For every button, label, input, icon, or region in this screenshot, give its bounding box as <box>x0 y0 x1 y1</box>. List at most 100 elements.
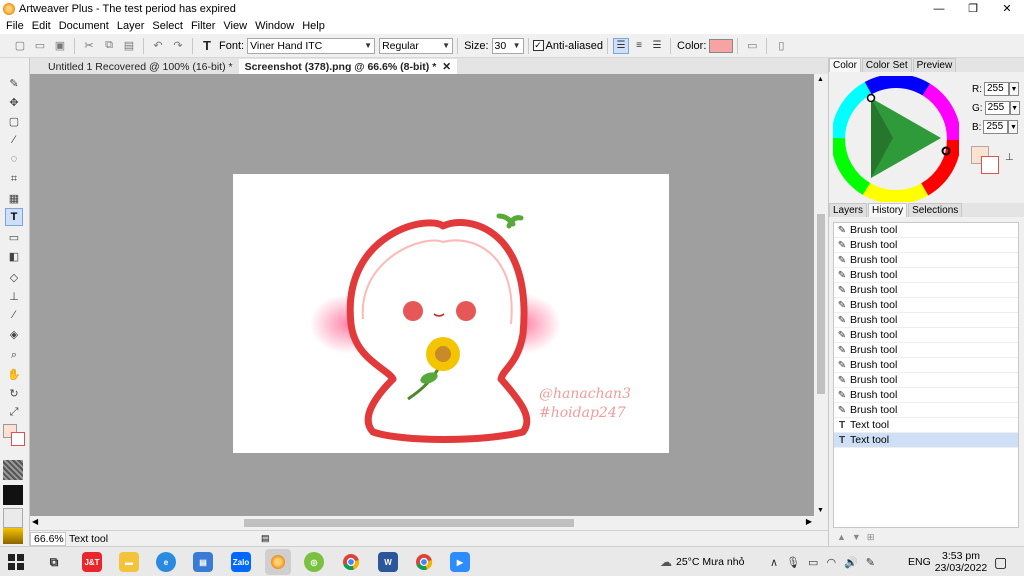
scroll-right-icon[interactable]: ▶ <box>806 517 812 526</box>
text-tool-icon[interactable]: T <box>5 208 23 226</box>
history-item[interactable]: ✎ Brush tool <box>834 238 1018 253</box>
warp-text-icon[interactable]: ▭ <box>743 37 761 55</box>
notification-icon[interactable]: ▢ <box>994 547 1007 576</box>
rectangle-select-icon[interactable]: ▢ <box>5 112 23 130</box>
history-item[interactable]: ✎ Brush tool <box>834 283 1018 298</box>
blue-input[interactable]: 255 <box>983 120 1009 134</box>
chevron-down-icon[interactable]: ▼ <box>1009 101 1020 115</box>
gradient-icon[interactable]: ◧ <box>5 247 23 265</box>
open-folder-icon[interactable]: ▭ <box>31 37 49 55</box>
store-icon[interactable]: ▤ <box>193 552 213 572</box>
font-style-select[interactable]: Regular ▼ <box>379 37 454 54</box>
scroll-left-icon[interactable]: ◀ <box>32 517 38 526</box>
text-color-swatch[interactable] <box>709 38 734 53</box>
history-item[interactable]: ✎ Brush tool <box>834 298 1018 313</box>
weather-widget[interactable]: ☁ 25°C Mưa nhỏ <box>660 547 744 576</box>
history-item[interactable]: ✎ Brush tool <box>834 328 1018 343</box>
tab-preview[interactable]: Preview <box>912 58 957 72</box>
image-canvas[interactable]: @hanachan3 #hoidap247 <box>233 174 669 453</box>
menu-filter[interactable]: Filter <box>187 20 219 32</box>
minimize-button[interactable]: — <box>922 0 956 17</box>
jnt-app-icon[interactable]: J&T <box>82 552 102 572</box>
lasso-icon[interactable]: ◌ <box>5 150 23 168</box>
menu-layer[interactable]: Layer <box>113 20 149 32</box>
zalo-app-icon[interactable]: Zalo <box>231 552 251 572</box>
new-document-icon[interactable]: ▢ <box>11 37 29 55</box>
history-item[interactable]: ✎ Brush tool <box>834 223 1018 238</box>
tab-untitled-1[interactable]: Untitled 1 Recovered @ 100% (16-bit) * <box>42 59 239 74</box>
paste-icon[interactable]: ▤ <box>120 37 138 55</box>
horizontal-scrollbar[interactable]: ◀ ▶ <box>30 516 814 530</box>
perspective-icon[interactable]: ▦ <box>5 189 23 207</box>
gradient-swatch[interactable] <box>3 528 23 544</box>
move-tool-icon[interactable]: ✥ <box>5 93 23 111</box>
primary-secondary-colors[interactable] <box>971 146 1003 176</box>
rotate-view-icon[interactable]: ↻ <box>5 384 23 402</box>
tab-selections[interactable]: Selections <box>908 203 963 217</box>
transform-icon[interactable]: ⤢ <box>5 403 23 421</box>
history-controls[interactable]: ▲▼⊞ <box>837 532 880 543</box>
battery-icon[interactable]: ▭ <box>808 556 818 569</box>
eraser-icon[interactable]: ◇ <box>5 268 23 286</box>
history-item[interactable]: ✎ Brush tool <box>834 343 1018 358</box>
tab-color[interactable]: Color <box>829 58 861 72</box>
paint-bucket-icon[interactable]: ◈ <box>5 325 23 343</box>
eyedropper-icon[interactable]: ⁄ <box>5 306 23 324</box>
chrome-icon[interactable] <box>341 552 361 572</box>
wifi-icon[interactable]: ◠ <box>826 556 836 569</box>
tab-layers[interactable]: Layers <box>829 203 868 217</box>
history-item[interactable]: ✎ Brush tool <box>834 268 1018 283</box>
task-view-icon[interactable]: ⧉ <box>44 552 64 572</box>
vertical-scroll-thumb[interactable] <box>817 214 825 394</box>
language-indicator[interactable]: ENG <box>908 547 931 576</box>
anti-aliased-checkbox[interactable]: ✓ <box>532 40 544 51</box>
stamp-color-icon[interactable]: ⊥ <box>1005 152 1014 163</box>
redo-icon[interactable]: ↷ <box>169 37 187 55</box>
red-input[interactable]: 255 <box>984 82 1009 96</box>
character-panel-icon[interactable]: ▯ <box>772 37 790 55</box>
brush-preset-swatch[interactable] <box>3 460 23 480</box>
vertical-scrollbar[interactable]: ▲ ▼ <box>814 74 828 516</box>
microphone-icon[interactable]: 🎙 <box>786 556 800 569</box>
font-family-select[interactable]: Viner Hand ITC ▼ <box>247 37 376 54</box>
menu-select[interactable]: Select <box>148 20 187 32</box>
align-left-button[interactable]: ☰ <box>613 37 630 54</box>
history-item[interactable]: T Text tool <box>834 418 1018 433</box>
chevron-down-icon[interactable]: ▼ <box>1009 82 1019 96</box>
color-swatches[interactable] <box>3 424 27 448</box>
crop-icon[interactable]: ⌗ <box>5 170 23 188</box>
close-tab-icon[interactable]: ✕ <box>442 61 451 73</box>
menu-help[interactable]: Help <box>298 20 329 32</box>
scroll-down-icon[interactable]: ▼ <box>817 507 824 514</box>
canvas-workspace[interactable]: @hanachan3 #hoidap247 <box>30 74 814 516</box>
align-right-button[interactable]: ☰ <box>649 38 665 54</box>
brush-tool-icon[interactable]: ✎ <box>5 74 23 92</box>
scroll-up-icon[interactable]: ▲ <box>817 76 824 83</box>
color-wheel[interactable] <box>833 76 959 202</box>
text-tool-icon[interactable]: T <box>198 37 216 55</box>
menu-view[interactable]: View <box>219 20 251 32</box>
tab-history[interactable]: History <box>868 203 908 217</box>
align-center-button[interactable]: ≡ <box>631 38 647 54</box>
menu-edit[interactable]: Edit <box>28 20 55 32</box>
hand-icon[interactable]: ✋ <box>5 365 23 383</box>
chevron-down-icon[interactable]: ▼ <box>1008 120 1019 134</box>
windows-start-icon[interactable] <box>8 554 24 570</box>
zoom-app-icon[interactable]: ▶ <box>450 552 470 572</box>
clock[interactable]: 3:53 pm 23/03/2022 <box>935 547 988 576</box>
menu-document[interactable]: Document <box>55 20 113 32</box>
tab-screenshot-378[interactable]: Screenshot (378).png @ 66.6% (8-bit) * ✕ <box>238 59 458 74</box>
stamp-icon[interactable]: ⊥ <box>5 287 23 305</box>
save-icon[interactable]: ▣ <box>51 37 69 55</box>
copy-icon[interactable]: ⧉ <box>100 37 118 55</box>
edge-browser-icon[interactable]: e <box>156 552 176 572</box>
magic-wand-icon[interactable]: ⁄ <box>5 131 23 149</box>
history-item[interactable]: ✎ Brush tool <box>834 388 1018 403</box>
zoom-level[interactable]: 66.6% <box>30 531 66 546</box>
history-item[interactable]: ✎ Brush tool <box>834 358 1018 373</box>
horizontal-scroll-thumb[interactable] <box>244 519 574 527</box>
font-size-select[interactable]: 30 ▼ <box>491 37 524 54</box>
menu-window[interactable]: Window <box>251 20 298 32</box>
texture-swatch[interactable] <box>3 508 23 528</box>
history-item[interactable]: ✎ Brush tool <box>834 403 1018 418</box>
